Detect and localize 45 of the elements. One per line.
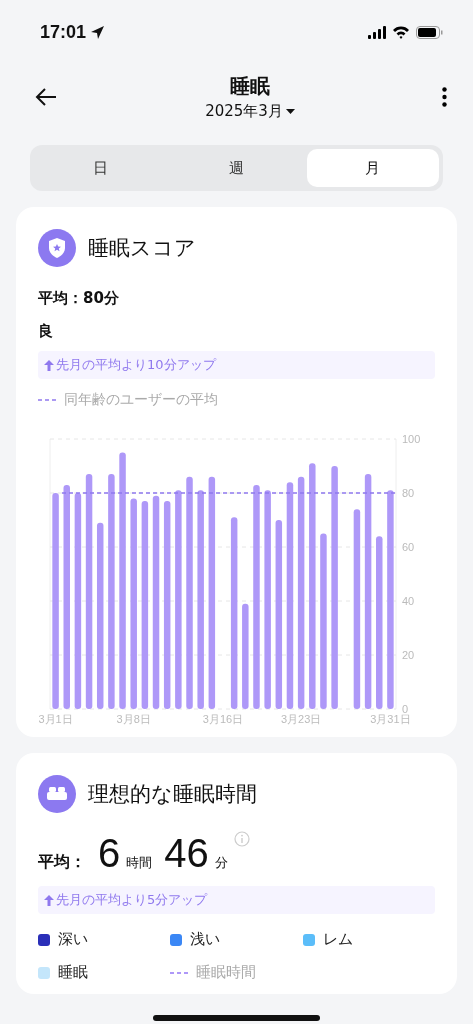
axis-label: 80 — [402, 487, 415, 499]
score-rating: 良 — [38, 322, 54, 341]
legend-label: 睡眠時間 — [196, 963, 257, 982]
legend-label: レム — [322, 930, 353, 949]
up-arrow-icon — [44, 894, 54, 906]
battery-icon — [416, 25, 443, 39]
card-title: 睡眠スコア — [88, 235, 196, 262]
hours-unit: 時間 — [126, 854, 153, 872]
axis-label: 3月23日 — [280, 713, 322, 725]
average-label: 平均： — [38, 852, 86, 873]
minutes-unit: 分 — [214, 854, 228, 872]
signal-icon — [368, 25, 386, 39]
bed-icon — [38, 775, 76, 813]
average-score: 平均：80分 — [38, 289, 120, 308]
up-arrow-icon — [44, 359, 54, 371]
comparison-text: 先月の平均より5分アップ — [56, 891, 208, 909]
location-arrow-icon — [90, 24, 106, 40]
axis-label: 20 — [402, 649, 415, 661]
legend-label: 浅い — [190, 930, 221, 949]
minutes-value: 46 — [164, 831, 209, 876]
wifi-icon — [392, 25, 410, 39]
period-tab[interactable]: 週 — [170, 149, 303, 187]
axis-label: 60 — [402, 541, 415, 553]
shield-icon — [38, 229, 76, 267]
axis-label: 3月16日 — [202, 713, 244, 725]
legend-label: 同年齢のユーザーの平均 — [64, 391, 218, 409]
period-selector[interactable]: 2025年3月 — [205, 102, 295, 121]
period-tab[interactable]: 月 — [306, 149, 439, 187]
dashed-line-icon — [38, 398, 56, 402]
page-title: 睡眠 — [230, 73, 270, 100]
caret-icon — [285, 109, 295, 114]
legend-label: 深い — [58, 930, 88, 949]
hours-value: 6 — [98, 831, 121, 876]
legend-label: 睡眠 — [58, 963, 88, 982]
axis-label: 40 — [402, 595, 415, 607]
axis-label: 3月31日 — [370, 713, 411, 725]
comparison-text: 先月の平均より10分アップ — [56, 356, 216, 374]
axis-label: 100 — [402, 433, 421, 445]
axis-label: 0 — [402, 703, 409, 715]
period-tab[interactable]: 日 — [34, 149, 167, 187]
status-time: 17:01 — [40, 21, 87, 43]
card-title: 理想的な睡眠時間 — [88, 781, 257, 808]
axis-label: 3月8日 — [116, 713, 151, 725]
more-icon — [442, 87, 447, 107]
axis-label: 3月1日 — [38, 713, 73, 725]
